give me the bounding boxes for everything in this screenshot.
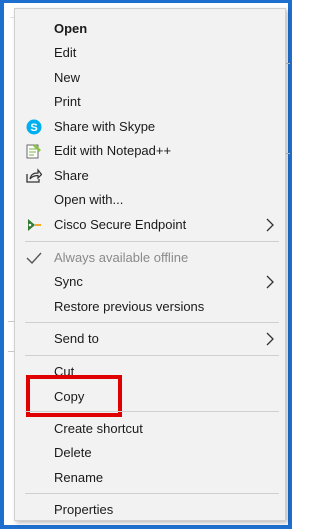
menu-item-send-to[interactable]: Send to	[15, 327, 285, 351]
menu-item-label: Create shortcut	[54, 421, 143, 436]
menu-item-print[interactable]: Print	[15, 90, 285, 114]
menu-item-label: New	[54, 70, 81, 85]
menu-item-edit-with-notepad[interactable]: Edit with Notepad++	[15, 139, 285, 163]
menu-item-label: Always available offline	[54, 250, 189, 265]
menu-separator	[25, 493, 279, 494]
menu-item-cisco-secure-endpoint[interactable]: Cisco Secure Endpoint	[15, 213, 285, 237]
menu-item-label: Share with Skype	[54, 119, 156, 134]
menu-item-label: Open	[54, 21, 88, 36]
menu-item-share-with-skype[interactable]: S Share with Skype	[15, 115, 285, 139]
menu-item-label: Properties	[54, 502, 114, 517]
menu-item-restore-previous-versions[interactable]: Restore previous versions	[15, 295, 285, 319]
menu-item-create-shortcut[interactable]: Create shortcut	[15, 417, 285, 441]
menu-item-rename[interactable]: Rename	[15, 466, 285, 490]
cisco-secure-endpoint-icon	[26, 217, 42, 233]
menu-item-label: Send to	[54, 331, 99, 346]
menu-item-label: Rename	[54, 470, 104, 485]
menu-item-sync[interactable]: Sync	[15, 270, 285, 294]
menu-item-edit[interactable]: Edit	[15, 41, 285, 65]
menu-item-label: Edit	[54, 45, 77, 60]
menu-item-label: Print	[54, 94, 81, 109]
menu-item-open[interactable]: Open	[15, 17, 285, 41]
menu-item-label: Restore previous versions	[54, 299, 205, 314]
background-fragment	[7, 49, 10, 63]
menu-item-new[interactable]: New	[15, 66, 285, 90]
menu-separator	[25, 411, 279, 412]
menu-separator	[25, 241, 279, 242]
menu-separator	[25, 355, 279, 356]
chevron-right-icon	[265, 274, 275, 290]
menu-item-label: Share	[54, 168, 89, 183]
chevron-right-icon	[265, 331, 275, 347]
menu-item-delete[interactable]: Delete	[15, 441, 285, 465]
skype-icon: S	[26, 119, 42, 135]
share-icon	[26, 168, 42, 184]
menu-item-label: Open with...	[54, 192, 124, 207]
menu-item-label: Sync	[54, 274, 83, 289]
menu-item-label: Edit with Notepad++	[54, 143, 172, 158]
chevron-right-icon	[265, 217, 275, 233]
notepad-plus-icon	[26, 143, 42, 159]
menu-item-always-available-offline: Always available offline	[15, 246, 285, 270]
menu-item-label: Delete	[54, 445, 92, 460]
menu-item-share[interactable]: Share	[15, 164, 285, 188]
checkmark-icon	[26, 250, 42, 266]
menu-item-label: Cisco Secure Endpoint	[54, 217, 187, 232]
context-menu: Open Edit New Print S Share with Skype E…	[14, 8, 286, 521]
menu-item-open-with[interactable]: Open with...	[15, 188, 285, 212]
menu-item-properties[interactable]: Properties	[15, 498, 285, 522]
svg-text:S: S	[30, 122, 37, 134]
menu-separator	[25, 322, 279, 323]
